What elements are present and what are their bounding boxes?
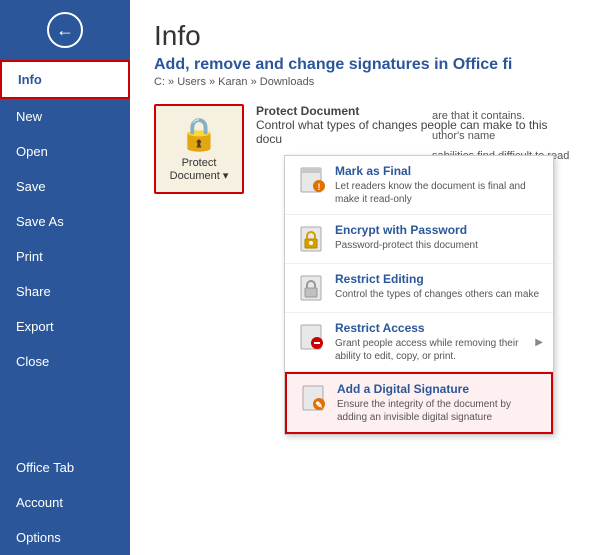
section-title: Add, remove and change signatures in Off… (154, 56, 576, 74)
restrict-editing-icon (295, 272, 327, 304)
info-right-item-2: uthor's name (432, 130, 592, 142)
sidebar-item-office-tab[interactable]: Office Tab (0, 450, 130, 485)
menu-item-restrict-editing[interactable]: Restrict Editing Control the types of ch… (285, 264, 553, 313)
submenu-arrow-icon: ▶ (535, 337, 543, 348)
menu-item-restrict-access[interactable]: Restrict Access Grant people access whil… (285, 313, 553, 372)
page-title: Info (154, 20, 576, 52)
sidebar-spacer (0, 379, 130, 450)
digital-signature-text: Add a Digital Signature Ensure the integ… (337, 382, 541, 424)
encrypt-icon (295, 223, 327, 255)
sidebar-item-close[interactable]: Close (0, 344, 130, 379)
back-button[interactable]: ← (0, 0, 130, 60)
back-circle-icon: ← (47, 12, 83, 48)
mark-final-text: Mark as Final Let readers know the docum… (335, 164, 543, 206)
info-right-item-1: are that it contains. (432, 110, 592, 122)
sidebar-item-save-as[interactable]: Save As (0, 204, 130, 239)
protect-button-label: ProtectDocument ▾ (170, 157, 229, 183)
sidebar-item-share[interactable]: Share (0, 274, 130, 309)
svg-text:✎: ✎ (315, 400, 323, 410)
menu-item-mark-as-final[interactable]: ! Mark as Final Let readers know the doc… (285, 156, 553, 215)
restrict-access-text: Restrict Access Grant people access whil… (335, 321, 531, 363)
digital-signature-icon: ✎ (297, 382, 329, 414)
sidebar-item-open[interactable]: Open (0, 134, 130, 169)
sidebar-item-info[interactable]: Info (0, 60, 130, 99)
protect-dropdown-menu: ! Mark as Final Let readers know the doc… (284, 155, 554, 435)
sidebar-item-new[interactable]: New (0, 99, 130, 134)
sidebar-item-print[interactable]: Print (0, 239, 130, 274)
breadcrumb: C: » Users » Karan » Downloads (154, 76, 576, 88)
sidebar-item-account[interactable]: Account (0, 485, 130, 520)
restrict-editing-text: Restrict Editing Control the types of ch… (335, 272, 543, 301)
menu-item-digital-signature[interactable]: ✎ Add a Digital Signature Ensure the int… (285, 372, 553, 434)
protect-document-button[interactable]: 🔒 ProtectDocument ▾ (154, 104, 244, 194)
sidebar: ← Info New Open Save Save As Print Share… (0, 0, 130, 555)
main-content: Info Add, remove and change signatures i… (130, 0, 600, 555)
sidebar-item-save[interactable]: Save (0, 169, 130, 204)
lock-icon: 🔒 (179, 115, 219, 153)
encrypt-text: Encrypt with Password Password-protect t… (335, 223, 543, 252)
mark-final-icon: ! (295, 164, 327, 196)
sidebar-item-options[interactable]: Options (0, 520, 130, 555)
protect-heading: Protect Document (256, 104, 359, 118)
menu-item-encrypt-password[interactable]: Encrypt with Password Password-protect t… (285, 215, 553, 264)
restrict-access-icon (295, 321, 327, 353)
svg-text:!: ! (318, 182, 321, 192)
sidebar-item-export[interactable]: Export (0, 309, 130, 344)
